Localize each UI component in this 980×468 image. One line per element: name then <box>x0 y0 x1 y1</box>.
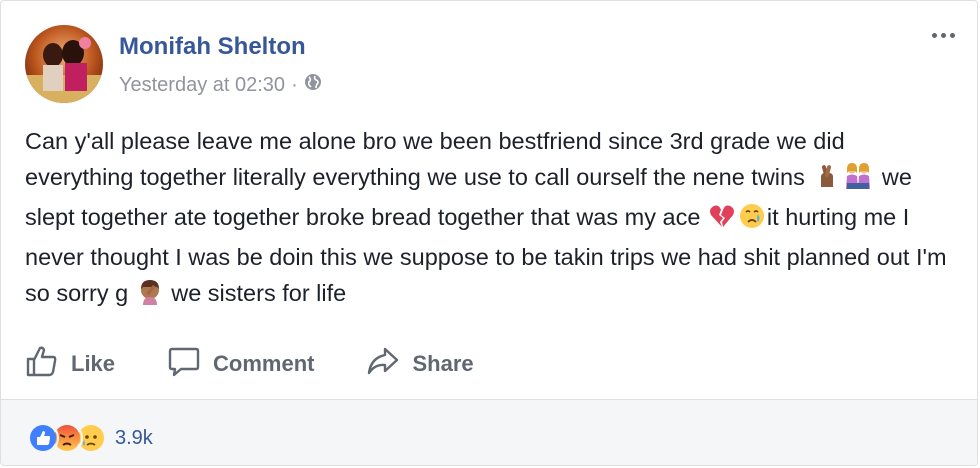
reactions-summary[interactable]: 3.9k <box>27 422 153 454</box>
broken-heart-emoji <box>709 203 735 239</box>
thumbs-up-icon <box>25 344 71 384</box>
avatar[interactable] <box>25 25 103 103</box>
post-card: Monifah Shelton Yesterday at 02:30 · Can… <box>0 0 978 466</box>
globe-icon[interactable] <box>304 73 322 97</box>
meta-separator: · <box>291 73 298 96</box>
reaction-count[interactable]: 3.9k <box>115 427 153 450</box>
post-text-part-1: Can y'all please leave me alone bro we b… <box>25 128 845 190</box>
share-label: Share <box>412 351 474 376</box>
timestamp[interactable]: Yesterday at 02:30 <box>119 74 285 97</box>
post-header: Monifah Shelton Yesterday at 02:30 · <box>25 25 955 105</box>
like-label: Like <box>71 351 116 376</box>
share-button[interactable]: Share <box>366 344 474 384</box>
two-women-emoji <box>843 163 873 199</box>
post-meta: Yesterday at 02:30 · <box>119 73 322 97</box>
like-reaction-icon <box>27 422 59 454</box>
share-arrow-icon <box>366 344 412 384</box>
more-options-icon[interactable] <box>932 33 955 38</box>
like-button[interactable]: Like <box>25 344 115 384</box>
comment-icon <box>167 344 213 384</box>
comment-button[interactable]: Comment <box>167 344 314 384</box>
post-text: Can y'all please leave me alone bro we b… <box>25 123 955 315</box>
post-actions: Like Comment Share <box>25 341 955 387</box>
facepalm-emoji <box>137 279 163 315</box>
crossed-fingers-emoji <box>813 163 839 199</box>
comment-label: Comment <box>213 351 315 376</box>
crying-face-emoji <box>739 203 765 239</box>
reactions-footer: 3.9k <box>1 400 977 465</box>
author-name[interactable]: Monifah Shelton <box>119 33 306 61</box>
post-text-part-4: we sisters for life <box>164 280 347 306</box>
